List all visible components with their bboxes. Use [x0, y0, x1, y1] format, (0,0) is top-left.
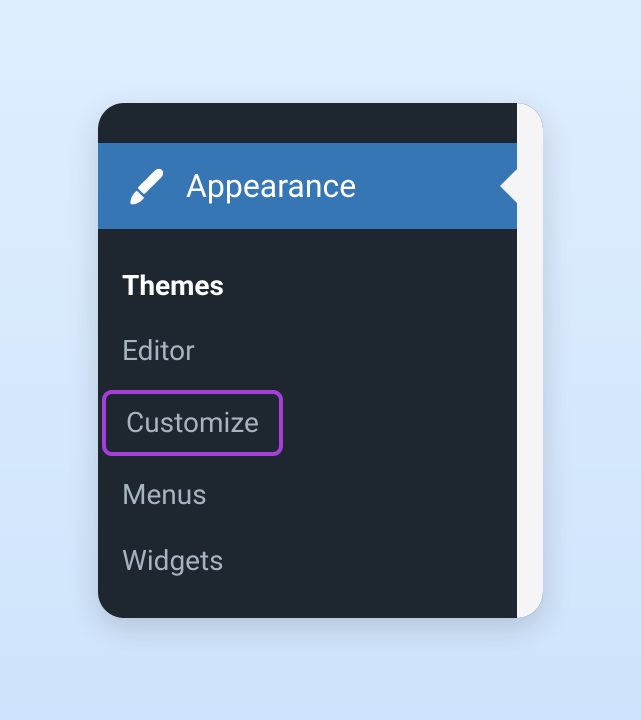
- submenu-item-label: Customize: [126, 406, 259, 439]
- submenu-item-label: Menus: [122, 478, 207, 511]
- paintbrush-icon: [124, 164, 168, 208]
- menu-item-label: Appearance: [186, 167, 356, 205]
- wp-admin-sidebar-panel: Appearance Themes Editor Customize Menus…: [98, 103, 543, 618]
- active-indicator-arrow-icon: [500, 168, 518, 204]
- submenu-item-customize[interactable]: Customize: [102, 390, 283, 456]
- sidebar: Appearance Themes Editor Customize Menus…: [98, 103, 517, 618]
- scrollbar[interactable]: [517, 103, 543, 618]
- submenu-item-label: Themes: [122, 269, 224, 302]
- submenu-item-widgets[interactable]: Widgets: [98, 528, 517, 594]
- submenu-item-menus[interactable]: Menus: [98, 462, 517, 528]
- submenu-item-label: Editor: [122, 334, 195, 367]
- submenu-item-themes[interactable]: Themes: [98, 253, 517, 319]
- submenu-item-editor[interactable]: Editor: [98, 318, 517, 384]
- submenu-appearance: Themes Editor Customize Menus Widgets: [98, 229, 517, 594]
- submenu-item-label: Widgets: [122, 544, 224, 577]
- menu-item-appearance[interactable]: Appearance: [98, 143, 517, 229]
